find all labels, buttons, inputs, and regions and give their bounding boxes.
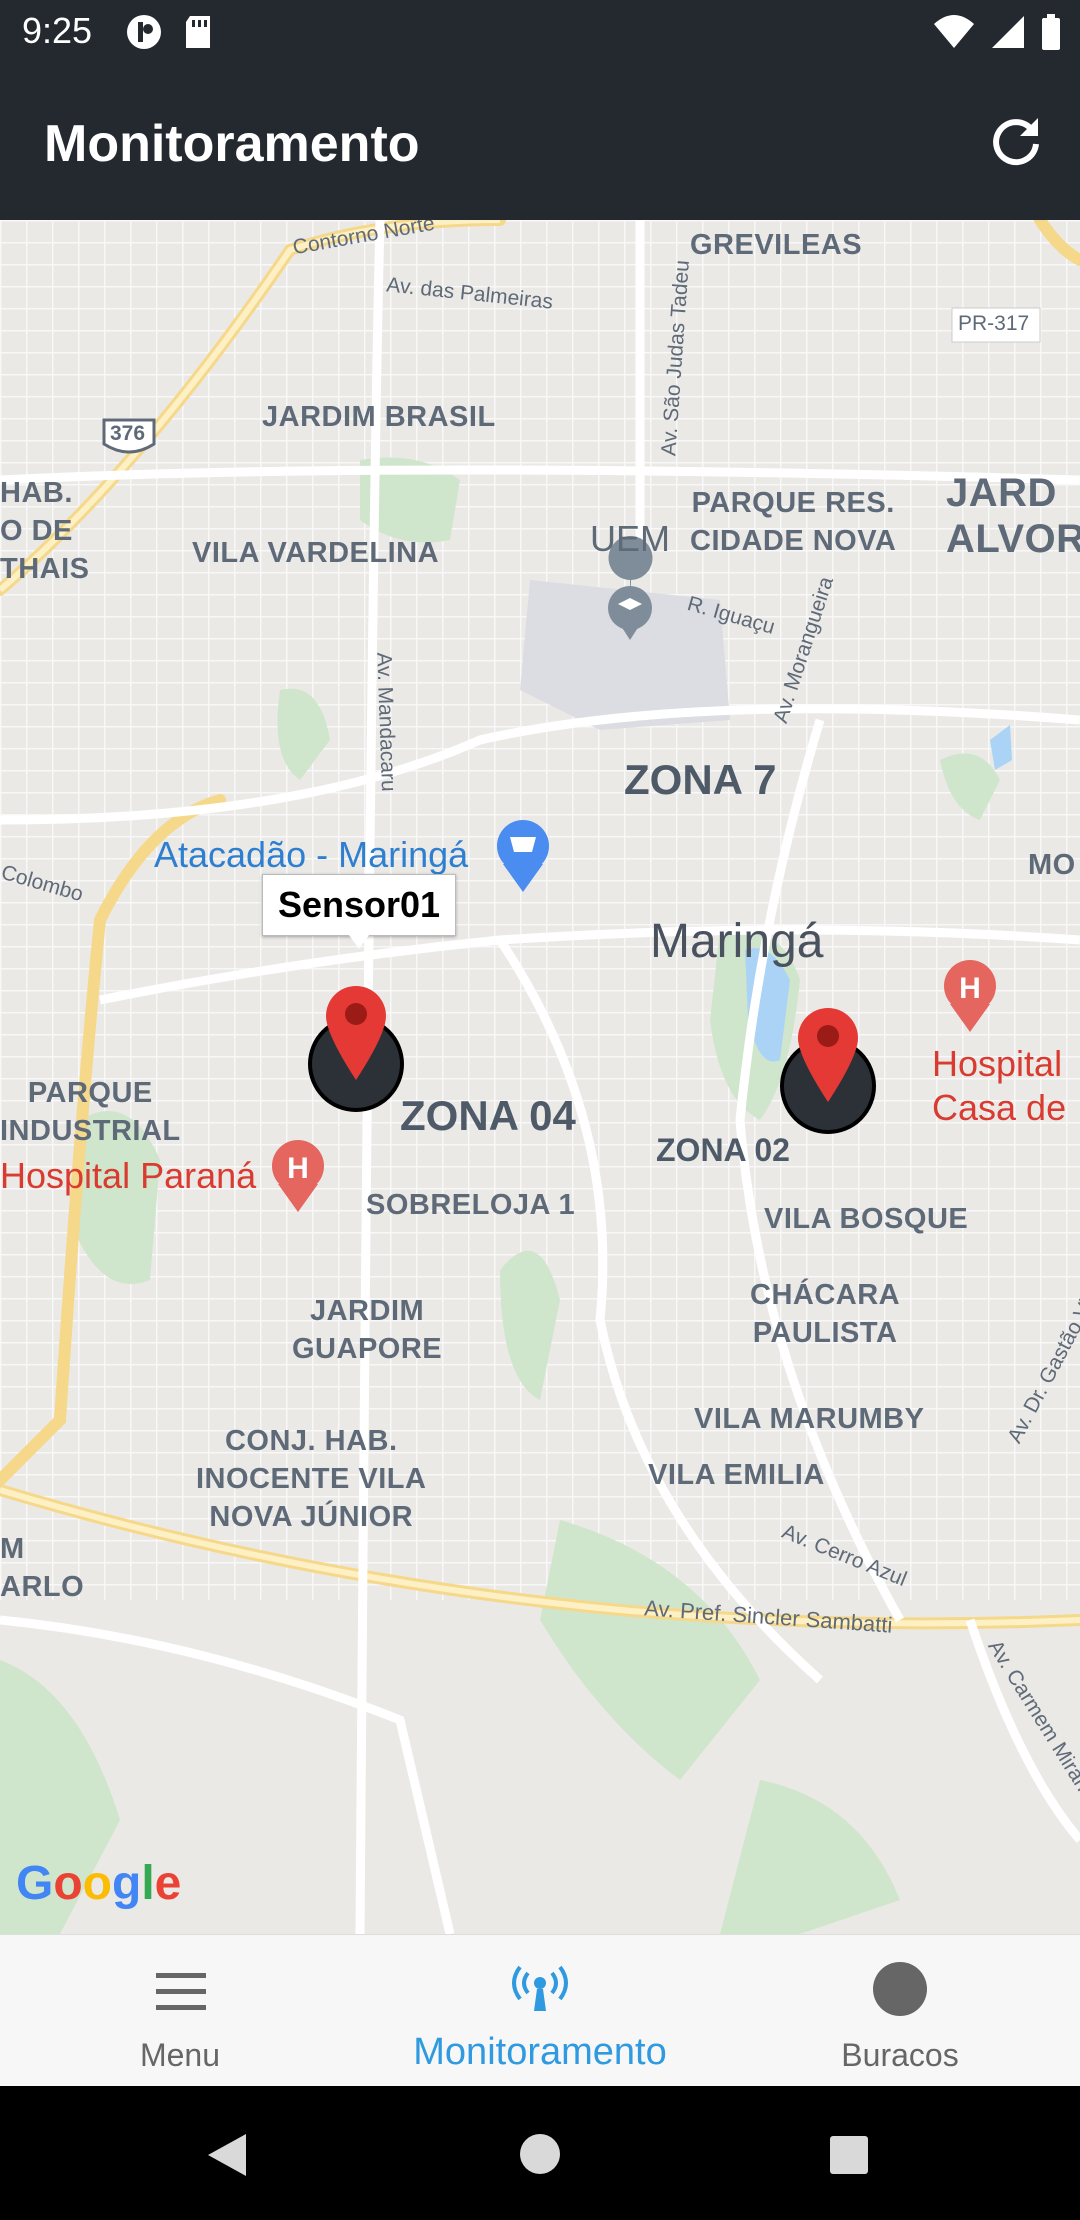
- marker-tooltip: Sensor01: [262, 874, 456, 949]
- notification-app-icon: [127, 15, 161, 49]
- sd-card-icon: [186, 16, 210, 48]
- bottom-nav: Menu Monitoramento Buracos: [0, 1934, 1080, 2087]
- neighborhood-label: M ARLO: [0, 1533, 85, 1603]
- page-title: Monitoramento: [44, 115, 420, 173]
- sensor-marker[interactable]: [306, 964, 406, 1114]
- neighborhood-label: VILA VARDELINA: [192, 537, 440, 569]
- nav-item-monitoramento[interactable]: Monitoramento: [380, 1935, 700, 2087]
- google-logo: Google: [16, 1857, 182, 1910]
- nav-label: Monitoramento: [413, 2031, 667, 2073]
- svg-text:H: H: [959, 972, 981, 1005]
- neighborhood-label: JARDIM BRASIL: [262, 401, 496, 433]
- nav-label: Menu: [139, 2037, 221, 2073]
- neighborhood-label: VILA MARUMBY: [694, 1403, 925, 1435]
- wifi-icon: [934, 15, 974, 48]
- zone-label: ZONA 04: [400, 1092, 576, 1139]
- refresh-icon[interactable]: [986, 112, 1046, 172]
- nav-item-menu[interactable]: Menu: [50, 1935, 310, 2087]
- status-bar: 9:25: [0, 0, 1080, 66]
- neighborhood-label: CONJ. HAB. INOCENTE VILA NOVA JÚNIOR: [196, 1425, 427, 1533]
- street-label: Av. Mandacaru: [372, 651, 401, 792]
- neighborhood-label: PARQUE INDUSTRIAL: [0, 1077, 181, 1147]
- neighborhood-label: JARDIM GUAPORE: [292, 1295, 443, 1365]
- back-icon[interactable]: [204, 2132, 250, 2178]
- zone-label: ZONA 7: [624, 756, 777, 803]
- street-label: PR-317: [958, 312, 1030, 335]
- neighborhood-label: JARD ALVOR: [946, 471, 1080, 561]
- neighborhood-label: PARQUE RES. CIDADE NOVA: [690, 487, 897, 557]
- neighborhood-label: GREVILEAS: [690, 229, 863, 261]
- home-icon[interactable]: [518, 2132, 562, 2176]
- city-label: Maringá: [650, 915, 824, 968]
- uem-label: UEM: [590, 518, 670, 559]
- place-label: Atacadão - Maringá: [154, 834, 469, 875]
- neighborhood-label: VILA BOSQUE: [764, 1203, 969, 1235]
- recents-icon[interactable]: [828, 2134, 870, 2176]
- place-label: Hospital Casa de: [932, 1043, 1067, 1128]
- battery-icon: [1042, 14, 1060, 50]
- street-label: 376: [110, 422, 146, 445]
- app-bar: Monitoramento: [0, 66, 1080, 220]
- zone-label: ZONA 02: [656, 1132, 790, 1168]
- svg-text:H: H: [287, 1152, 309, 1185]
- signal-icon: [992, 16, 1024, 48]
- system-nav-bar: [0, 2086, 1080, 2220]
- neighborhood-label: MO: [1028, 849, 1076, 881]
- menu-icon: [156, 1973, 206, 2010]
- antenna-icon: [512, 1965, 568, 2011]
- place-label: Hospital Paraná: [0, 1155, 257, 1196]
- sensor-marker[interactable]: [778, 986, 878, 1136]
- status-time: 9:25: [22, 10, 93, 51]
- nav-item-buracos[interactable]: Buracos: [770, 1935, 1030, 2087]
- map-view[interactable]: H H GREVILEAS JARDIM BRASIL PARQUE RES. …: [0, 220, 1080, 1934]
- neighborhood-label: CHÁCARA PAULISTA: [750, 1279, 901, 1349]
- neighborhood-label: VILA EMILIA: [648, 1459, 825, 1491]
- nav-label: Buracos: [841, 2037, 959, 2073]
- neighborhood-label: HAB. O DE THAIS: [0, 477, 90, 585]
- circle-icon: [873, 1962, 927, 2016]
- neighborhood-label: SOBRELOJA 1: [366, 1189, 576, 1221]
